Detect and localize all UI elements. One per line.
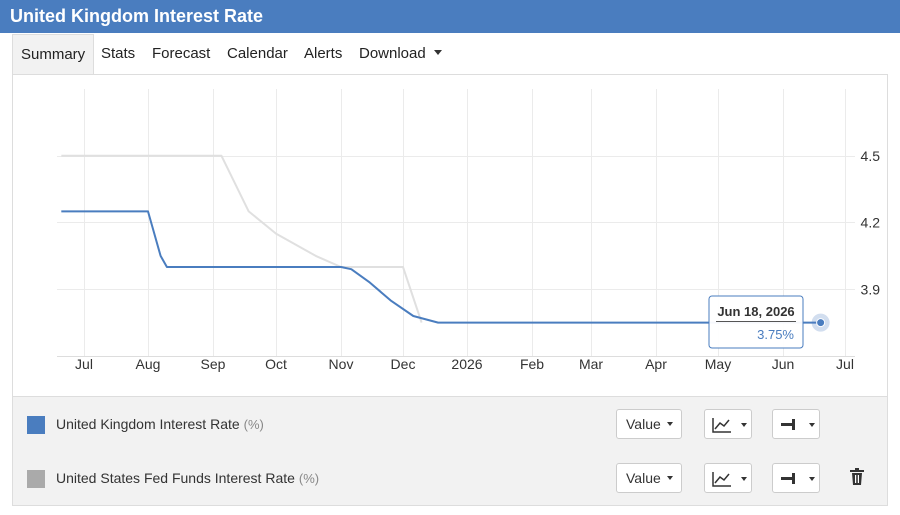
us-value-button[interactable]: Value [616,463,682,493]
us-series-swatch[interactable] [27,470,45,488]
x-tick-label: Nov [329,356,354,372]
line-chart[interactable]: Jul Aug Sep Oct Nov Dec 2026 Feb Mar Apr May Jun Jul… [0,75,900,395]
line-chart-icon [712,472,731,487]
chevron-down-icon [809,423,815,427]
us-series-line [61,154,423,323]
uk-series-name: United Kingdom Interest Rate [56,416,240,432]
line-style-icon [781,473,795,484]
us-line-style-button[interactable] [772,463,820,493]
legend-row-us: United States Fed Funds Interest Rate (%)… [13,459,887,499]
uk-series-swatch[interactable] [27,416,45,434]
chevron-down-icon [741,477,747,481]
uk-chart-type-button[interactable] [704,409,752,439]
legend-panel: United Kingdom Interest Rate (%) Value Un… [13,396,887,506]
uk-line-style-button[interactable] [772,409,820,439]
x-tick-label: Sep [201,356,226,372]
tab-stats[interactable]: Stats [101,34,135,74]
uk-value-label: Value [626,416,661,432]
page-title: United Kingdom Interest Rate [10,6,264,26]
tab-download-label: Download [359,45,426,62]
tab-alerts[interactable]: Alerts [304,34,342,74]
us-series-unit: (%) [298,471,320,486]
chevron-down-icon [809,477,815,481]
x-axis-labels: Jul Aug Sep Oct Nov Dec 2026 Feb Mar Apr May Jun Jul [75,356,854,372]
uk-series-line [61,210,819,324]
x-tick-label: Jul [75,356,93,372]
hover-point[interactable] [816,318,826,328]
x-tick-label: May [705,356,731,372]
uk-series-unit: (%) [243,417,264,432]
y-axis-labels: 3.9 4.2 4.5 [861,148,881,298]
chevron-down-icon [666,476,673,481]
legend-row-uk: United Kingdom Interest Rate (%) Value [13,405,887,445]
line-chart-icon [712,418,731,433]
us-series-label: United States Fed Funds Interest Rate (%) [56,470,319,486]
x-tick-label: Jul [836,356,854,372]
x-tick-label: Aug [136,356,161,372]
tab-forecast[interactable]: Forecast [152,34,210,74]
tab-bar: Summary Stats Forecast Calendar Alerts D… [12,34,888,74]
chevron-down-icon [666,422,673,427]
tab-download[interactable]: Download [359,34,442,74]
x-tick-label: Feb [520,356,544,372]
tooltip-date: Jun 18, 2026 [717,304,794,319]
chevron-down-icon [433,49,442,55]
x-tick-label: 2026 [451,356,482,372]
x-tick-label: Mar [579,356,603,372]
us-value-label: Value [626,470,661,486]
y-tick-label: 4.5 [861,148,881,164]
tab-summary[interactable]: Summary [12,34,95,74]
x-tick-label: Jun [772,356,795,372]
uk-value-button[interactable]: Value [616,409,682,439]
x-tick-label: Apr [645,356,667,372]
y-tick-label: 3.9 [861,281,881,297]
us-series-name: United States Fed Funds Interest Rate [56,470,295,486]
line-style-icon [781,419,795,430]
tab-calendar[interactable]: Calendar [227,34,288,74]
chevron-down-icon [741,423,747,427]
uk-series-label: United Kingdom Interest Rate (%) [56,416,264,432]
trash-icon[interactable] [849,468,865,486]
y-tick-label: 4.2 [861,215,881,231]
x-tick-label: Dec [391,356,416,372]
us-chart-type-button[interactable] [704,463,752,493]
title-bar: United Kingdom Interest Rate [0,0,900,33]
series-lines [61,154,819,324]
tooltip-value: 3.75% [757,327,794,342]
x-tick-label: Oct [265,356,287,372]
